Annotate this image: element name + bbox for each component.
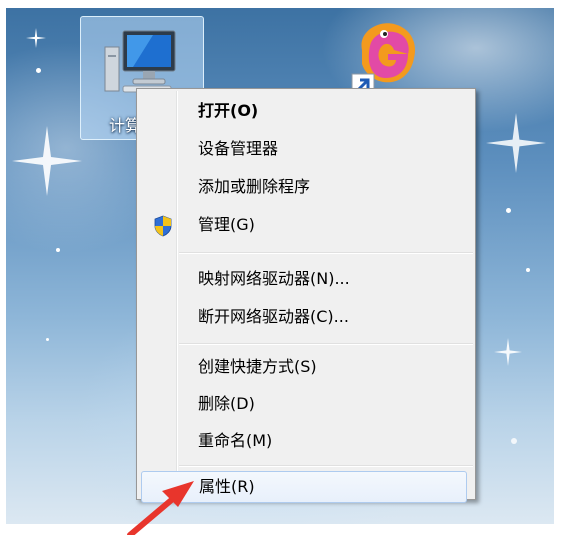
annotation-arrow-icon <box>127 481 194 535</box>
